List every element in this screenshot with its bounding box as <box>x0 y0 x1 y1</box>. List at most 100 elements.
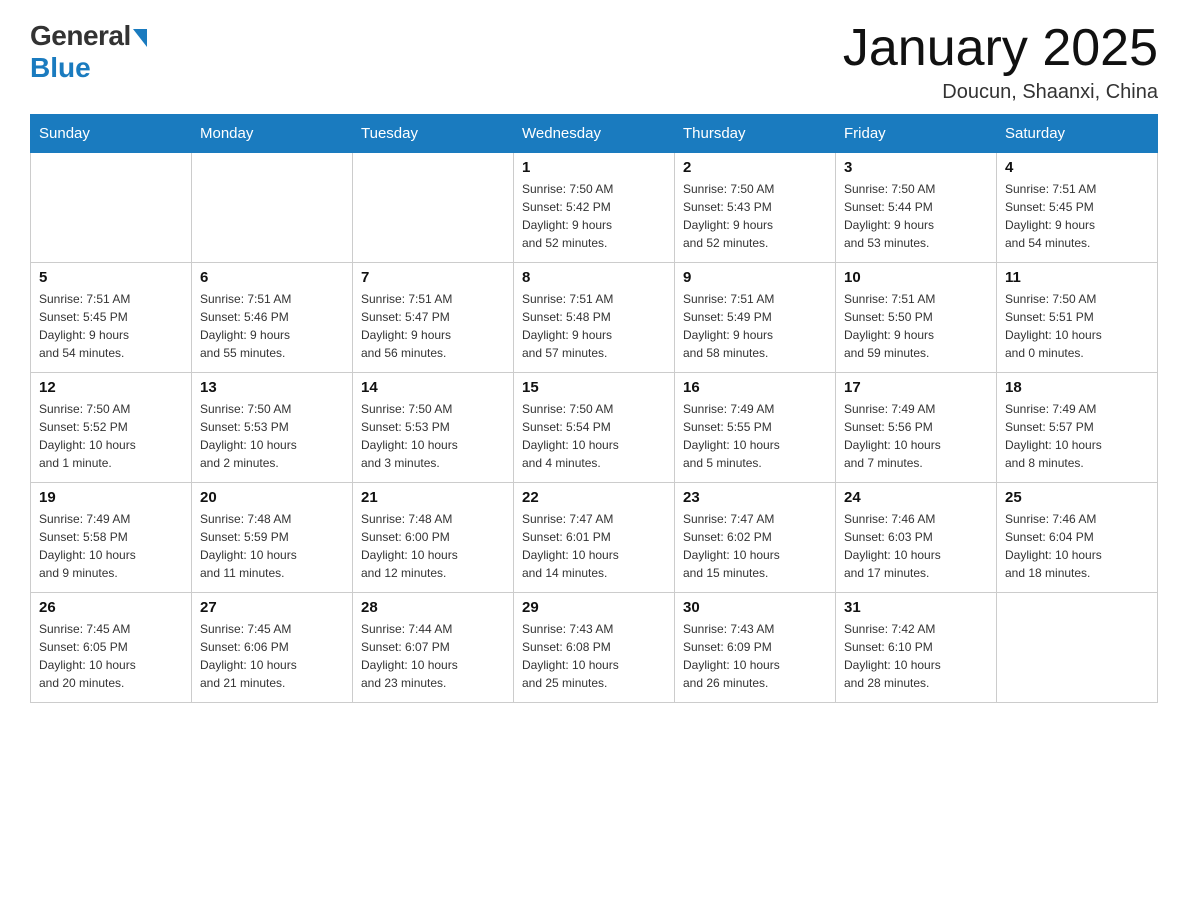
day-info: Sunrise: 7:48 AM Sunset: 6:00 PM Dayligh… <box>361 510 505 582</box>
day-info: Sunrise: 7:45 AM Sunset: 6:06 PM Dayligh… <box>200 620 344 692</box>
day-info: Sunrise: 7:51 AM Sunset: 5:45 PM Dayligh… <box>39 290 183 362</box>
day-number: 6 <box>200 269 344 286</box>
day-number: 26 <box>39 599 183 616</box>
day-number: 11 <box>1005 269 1149 286</box>
calendar-cell <box>31 153 192 263</box>
day-info: Sunrise: 7:44 AM Sunset: 6:07 PM Dayligh… <box>361 620 505 692</box>
day-number: 19 <box>39 489 183 506</box>
logo: General Blue <box>30 20 147 84</box>
day-info: Sunrise: 7:47 AM Sunset: 6:02 PM Dayligh… <box>683 510 827 582</box>
day-number: 30 <box>683 599 827 616</box>
calendar-cell: 26 Sunrise: 7:45 AM Sunset: 6:05 PM Dayli… <box>31 593 192 703</box>
day-info: Sunrise: 7:42 AM Sunset: 6:10 PM Dayligh… <box>844 620 988 692</box>
day-info: Sunrise: 7:50 AM Sunset: 5:42 PM Dayligh… <box>522 180 666 252</box>
day-info: Sunrise: 7:51 AM Sunset: 5:48 PM Dayligh… <box>522 290 666 362</box>
calendar-cell: 10 Sunrise: 7:51 AM Sunset: 5:50 PM Dayli… <box>836 263 997 373</box>
day-info: Sunrise: 7:49 AM Sunset: 5:57 PM Dayligh… <box>1005 400 1149 472</box>
day-number: 15 <box>522 379 666 396</box>
calendar-cell: 29Sunrise: 7:43 AM Sunset: 6:08 PM Dayli… <box>514 593 675 703</box>
day-number: 28 <box>361 599 505 616</box>
calendar-cell: 20Sunrise: 7:48 AM Sunset: 5:59 PM Dayli… <box>192 483 353 593</box>
calendar-header-friday: Friday <box>836 115 997 153</box>
calendar-table: SundayMondayTuesdayWednesdayThursdayFrid… <box>30 114 1158 703</box>
calendar-cell: 2Sunrise: 7:50 AM Sunset: 5:43 PM Daylig… <box>675 153 836 263</box>
day-info: Sunrise: 7:51 AM Sunset: 5:46 PM Dayligh… <box>200 290 344 362</box>
day-number: 17 <box>844 379 988 396</box>
location-text: Doucun, Shaanxi, China <box>843 81 1158 104</box>
calendar-cell: 8 Sunrise: 7:51 AM Sunset: 5:48 PM Daylig… <box>514 263 675 373</box>
day-number: 27 <box>200 599 344 616</box>
calendar-cell: 21 Sunrise: 7:48 AM Sunset: 6:00 PM Dayli… <box>353 483 514 593</box>
day-info: Sunrise: 7:50 AM Sunset: 5:53 PM Dayligh… <box>200 400 344 472</box>
calendar-cell: 13 Sunrise: 7:50 AM Sunset: 5:53 PM Dayli… <box>192 373 353 483</box>
calendar-cell: 16 Sunrise: 7:49 AM Sunset: 5:55 PM Dayli… <box>675 373 836 483</box>
calendar-cell: 7 Sunrise: 7:51 AM Sunset: 5:47 PM Daylig… <box>353 263 514 373</box>
day-info: Sunrise: 7:51 AM Sunset: 5:47 PM Dayligh… <box>361 290 505 362</box>
calendar-header-monday: Monday <box>192 115 353 153</box>
day-info: Sunrise: 7:49 AM Sunset: 5:56 PM Dayligh… <box>844 400 988 472</box>
day-number: 25 <box>1005 489 1149 506</box>
calendar-cell: 27 Sunrise: 7:45 AM Sunset: 6:06 PM Dayli… <box>192 593 353 703</box>
day-number: 2 <box>683 159 827 176</box>
title-block: January 2025 Doucun, Shaanxi, China <box>843 20 1158 104</box>
day-number: 21 <box>361 489 505 506</box>
calendar-cell <box>353 153 514 263</box>
day-number: 12 <box>39 379 183 396</box>
calendar-cell: 22 Sunrise: 7:47 AM Sunset: 6:01 PM Dayli… <box>514 483 675 593</box>
day-info: Sunrise: 7:43 AM Sunset: 6:09 PM Dayligh… <box>683 620 827 692</box>
day-number: 18 <box>1005 379 1149 396</box>
calendar-cell: 5 Sunrise: 7:51 AM Sunset: 5:45 PM Daylig… <box>31 263 192 373</box>
calendar-cell: 30 Sunrise: 7:43 AM Sunset: 6:09 PM Dayli… <box>675 593 836 703</box>
day-info: Sunrise: 7:50 AM Sunset: 5:53 PM Dayligh… <box>361 400 505 472</box>
day-info: Sunrise: 7:45 AM Sunset: 6:05 PM Dayligh… <box>39 620 183 692</box>
calendar-cell: 14Sunrise: 7:50 AM Sunset: 5:53 PM Dayli… <box>353 373 514 483</box>
calendar-cell: 9Sunrise: 7:51 AM Sunset: 5:49 PM Daylig… <box>675 263 836 373</box>
calendar-cell: 3 Sunrise: 7:50 AM Sunset: 5:44 PM Daylig… <box>836 153 997 263</box>
day-number: 4 <box>1005 159 1149 176</box>
calendar-header-tuesday: Tuesday <box>353 115 514 153</box>
day-number: 1 <box>522 159 666 176</box>
calendar-cell: 11Sunrise: 7:50 AM Sunset: 5:51 PM Dayli… <box>997 263 1158 373</box>
day-info: Sunrise: 7:48 AM Sunset: 5:59 PM Dayligh… <box>200 510 344 582</box>
calendar-cell: 17 Sunrise: 7:49 AM Sunset: 5:56 PM Dayli… <box>836 373 997 483</box>
calendar-cell: 28 Sunrise: 7:44 AM Sunset: 6:07 PM Dayli… <box>353 593 514 703</box>
calendar-header-thursday: Thursday <box>675 115 836 153</box>
calendar-cell: 31 Sunrise: 7:42 AM Sunset: 6:10 PM Dayli… <box>836 593 997 703</box>
day-number: 13 <box>200 379 344 396</box>
calendar-header-wednesday: Wednesday <box>514 115 675 153</box>
day-info: Sunrise: 7:46 AM Sunset: 6:03 PM Dayligh… <box>844 510 988 582</box>
calendar-cell: 15Sunrise: 7:50 AM Sunset: 5:54 PM Dayli… <box>514 373 675 483</box>
day-number: 24 <box>844 489 988 506</box>
day-info: Sunrise: 7:49 AM Sunset: 5:58 PM Dayligh… <box>39 510 183 582</box>
day-number: 29 <box>522 599 666 616</box>
calendar-cell: 19 Sunrise: 7:49 AM Sunset: 5:58 PM Dayli… <box>31 483 192 593</box>
calendar-cell: 12Sunrise: 7:50 AM Sunset: 5:52 PM Dayli… <box>31 373 192 483</box>
day-number: 10 <box>844 269 988 286</box>
day-number: 5 <box>39 269 183 286</box>
calendar-cell: 4 Sunrise: 7:51 AM Sunset: 5:45 PM Daylig… <box>997 153 1158 263</box>
day-number: 8 <box>522 269 666 286</box>
calendar-week-row: 26 Sunrise: 7:45 AM Sunset: 6:05 PM Dayli… <box>31 593 1158 703</box>
calendar-cell: 24 Sunrise: 7:46 AM Sunset: 6:03 PM Dayli… <box>836 483 997 593</box>
day-number: 22 <box>522 489 666 506</box>
day-info: Sunrise: 7:49 AM Sunset: 5:55 PM Dayligh… <box>683 400 827 472</box>
calendar-cell <box>192 153 353 263</box>
calendar-week-row: 1 Sunrise: 7:50 AM Sunset: 5:42 PM Daylig… <box>31 153 1158 263</box>
day-number: 7 <box>361 269 505 286</box>
day-number: 3 <box>844 159 988 176</box>
day-info: Sunrise: 7:46 AM Sunset: 6:04 PM Dayligh… <box>1005 510 1149 582</box>
calendar-header-saturday: Saturday <box>997 115 1158 153</box>
calendar-header-sunday: Sunday <box>31 115 192 153</box>
calendar-cell: 1 Sunrise: 7:50 AM Sunset: 5:42 PM Daylig… <box>514 153 675 263</box>
day-info: Sunrise: 7:51 AM Sunset: 5:45 PM Dayligh… <box>1005 180 1149 252</box>
day-info: Sunrise: 7:50 AM Sunset: 5:44 PM Dayligh… <box>844 180 988 252</box>
logo-arrow-icon <box>133 29 147 47</box>
calendar-week-row: 19 Sunrise: 7:49 AM Sunset: 5:58 PM Dayli… <box>31 483 1158 593</box>
calendar-cell <box>997 593 1158 703</box>
day-info: Sunrise: 7:47 AM Sunset: 6:01 PM Dayligh… <box>522 510 666 582</box>
day-number: 23 <box>683 489 827 506</box>
day-info: Sunrise: 7:51 AM Sunset: 5:50 PM Dayligh… <box>844 290 988 362</box>
day-number: 16 <box>683 379 827 396</box>
day-number: 31 <box>844 599 988 616</box>
calendar-week-row: 5 Sunrise: 7:51 AM Sunset: 5:45 PM Daylig… <box>31 263 1158 373</box>
